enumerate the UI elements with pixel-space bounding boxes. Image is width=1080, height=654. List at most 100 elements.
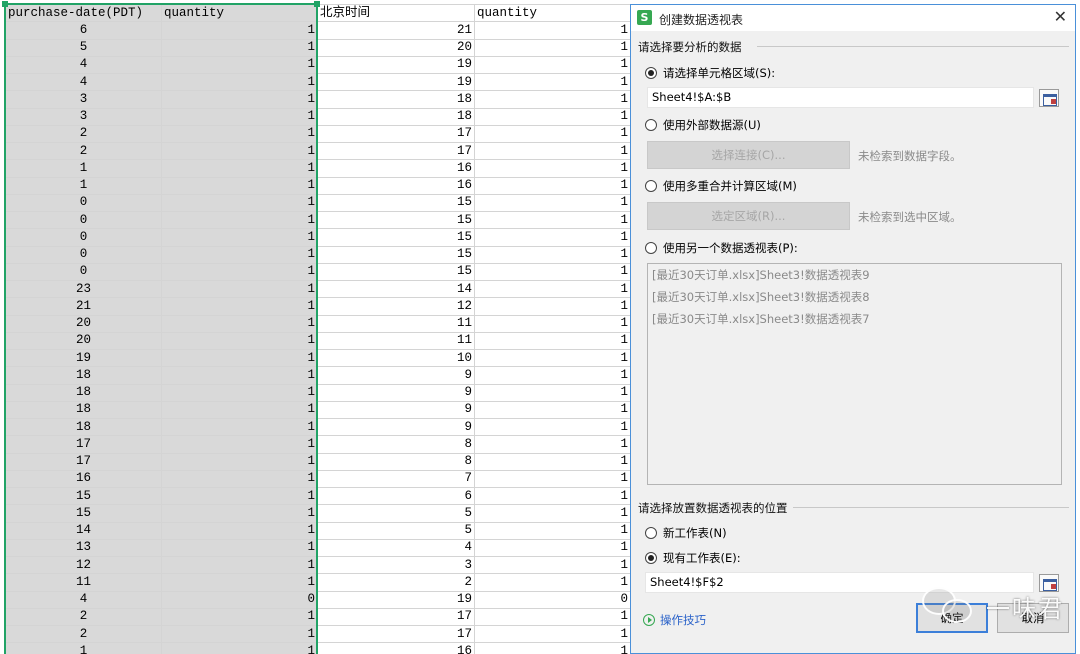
table-cell[interactable]: 1 [161, 107, 318, 126]
table-cell[interactable]: 15 [5, 504, 162, 523]
table-cell[interactable]: 1 [474, 624, 631, 644]
table-cell[interactable]: 1 [5, 176, 162, 195]
table-cell[interactable]: 1 [161, 331, 318, 351]
radio-other-pivot[interactable]: 使用另一个数据透视表(P): [645, 240, 798, 256]
table-cell[interactable]: 7 [317, 469, 475, 489]
table-cell[interactable]: 9 [317, 366, 475, 385]
table-cell[interactable]: 19 [5, 348, 162, 368]
table-cell[interactable]: 1 [161, 624, 318, 644]
table-cell[interactable]: 15 [317, 210, 475, 230]
radio-external-source[interactable]: 使用外部数据源(U) [645, 117, 761, 133]
pivot-table-list[interactable]: [最近30天订单.xlsx]Sheet3!数据透视表9 [最近30天订单.xls… [647, 263, 1062, 485]
radio-select-range[interactable]: 请选择单元格区域(S): [645, 65, 775, 81]
table-cell[interactable]: 1 [161, 366, 318, 385]
ok-button[interactable]: 确定 [916, 603, 988, 633]
source-range-input[interactable]: Sheet4!$A:$B [647, 87, 1034, 108]
table-cell[interactable]: 23 [5, 279, 162, 299]
table-cell[interactable]: 1 [161, 573, 318, 592]
table-cell[interactable]: 15 [317, 245, 475, 264]
table-cell[interactable]: 5 [317, 504, 475, 523]
table-cell[interactable]: 1 [161, 279, 318, 299]
table-cell[interactable]: 1 [161, 348, 318, 368]
table-cell[interactable]: 1 [474, 38, 631, 57]
table-cell[interactable]: 19 [317, 55, 475, 75]
table-cell[interactable]: 1 [161, 193, 318, 213]
choose-connection-button[interactable]: 选择连接(C)... [647, 141, 850, 169]
table-cell[interactable]: 1 [474, 245, 631, 264]
table-cell[interactable]: 1 [161, 141, 318, 161]
table-cell[interactable]: 1 [161, 228, 318, 247]
table-cell[interactable]: 3 [317, 555, 475, 575]
table-cell[interactable]: 2 [5, 607, 162, 627]
table-cell[interactable]: 20 [5, 314, 162, 333]
table-cell[interactable]: 1 [474, 452, 631, 471]
table-cell[interactable]: 10 [317, 348, 475, 368]
table-cell[interactable]: 1 [161, 642, 318, 654]
table-cell[interactable]: 1 [161, 297, 318, 316]
table-cell[interactable]: 1 [161, 262, 318, 282]
table-cell[interactable]: 1 [474, 279, 631, 299]
table-cell[interactable]: 17 [5, 435, 162, 454]
table-cell[interactable]: 1 [474, 107, 631, 126]
table-cell[interactable]: 17 [317, 124, 475, 144]
table-cell[interactable]: 12 [317, 297, 475, 316]
table-cell[interactable]: 9 [317, 417, 475, 437]
select-region-button[interactable]: 选定区域(R)... [647, 202, 850, 230]
table-cell[interactable]: 3 [5, 107, 162, 126]
table-cell[interactable]: 1 [161, 504, 318, 523]
table-cell[interactable]: 1 [161, 159, 318, 178]
table-cell[interactable]: 16 [317, 159, 475, 178]
table-cell[interactable]: 1 [161, 486, 318, 506]
table-cell[interactable]: 1 [474, 417, 631, 437]
table-cell[interactable]: 1 [474, 348, 631, 368]
table-cell[interactable]: 12 [5, 555, 162, 575]
table-cell[interactable]: 1 [161, 400, 318, 420]
table-cell[interactable]: 19 [317, 72, 475, 92]
table-cell[interactable]: 16 [5, 469, 162, 489]
table-cell[interactable]: 1 [161, 38, 318, 57]
table-cell[interactable]: 1 [5, 159, 162, 178]
table-cell[interactable]: 20 [5, 331, 162, 351]
table-cell[interactable]: 1 [474, 21, 631, 40]
table-cell[interactable]: 0 [5, 228, 162, 247]
table-cell[interactable]: 0 [161, 590, 318, 609]
table-cell[interactable]: 1 [474, 55, 631, 75]
table-cell[interactable]: 15 [5, 486, 162, 506]
table-cell[interactable]: 0 [5, 262, 162, 282]
table-cell[interactable]: 5 [5, 38, 162, 57]
list-item[interactable]: [最近30天订单.xlsx]Sheet3!数据透视表9 [648, 264, 1061, 286]
table-cell[interactable]: 18 [5, 383, 162, 402]
table-cell[interactable]: 4 [5, 72, 162, 92]
table-cell[interactable]: 6 [317, 486, 475, 506]
table-cell[interactable]: 1 [474, 159, 631, 178]
table-cell[interactable]: 1 [161, 210, 318, 230]
table-cell[interactable]: 11 [317, 314, 475, 333]
table-cell[interactable]: 1 [161, 538, 318, 558]
table-cell[interactable]: 14 [317, 279, 475, 299]
table-cell[interactable]: 0 [5, 210, 162, 230]
table-cell[interactable]: 1 [474, 193, 631, 213]
table-cell[interactable]: 1 [474, 72, 631, 92]
table-cell[interactable]: 1 [161, 245, 318, 264]
table-cell[interactable]: 0 [474, 590, 631, 609]
range-picker-icon[interactable] [1039, 89, 1059, 107]
table-cell[interactable]: 1 [474, 435, 631, 454]
dialog-titlebar[interactable]: S 创建数据透视表 ✕ [631, 5, 1075, 31]
table-cell[interactable]: 19 [317, 590, 475, 609]
table-cell[interactable]: 15 [317, 262, 475, 282]
destination-range-input[interactable]: Sheet4!$F$2 [645, 572, 1034, 593]
table-cell[interactable]: 15 [317, 228, 475, 247]
table-cell[interactable]: 2 [5, 141, 162, 161]
table-cell[interactable]: 1 [474, 400, 631, 420]
radio-multiple-ranges[interactable]: 使用多重合并计算区域(M) [645, 178, 797, 194]
table-cell[interactable]: 1 [474, 642, 631, 654]
table-cell[interactable]: 1 [474, 141, 631, 161]
table-cell[interactable]: 1 [474, 331, 631, 351]
table-cell[interactable]: 4 [5, 55, 162, 75]
table-cell[interactable]: 1 [161, 417, 318, 437]
table-cell[interactable]: 4 [317, 538, 475, 558]
radio-new-worksheet[interactable]: 新工作表(N) [645, 525, 727, 541]
table-cell[interactable]: 18 [5, 417, 162, 437]
table-cell[interactable]: 1 [161, 90, 318, 109]
table-cell[interactable]: 1 [161, 72, 318, 92]
